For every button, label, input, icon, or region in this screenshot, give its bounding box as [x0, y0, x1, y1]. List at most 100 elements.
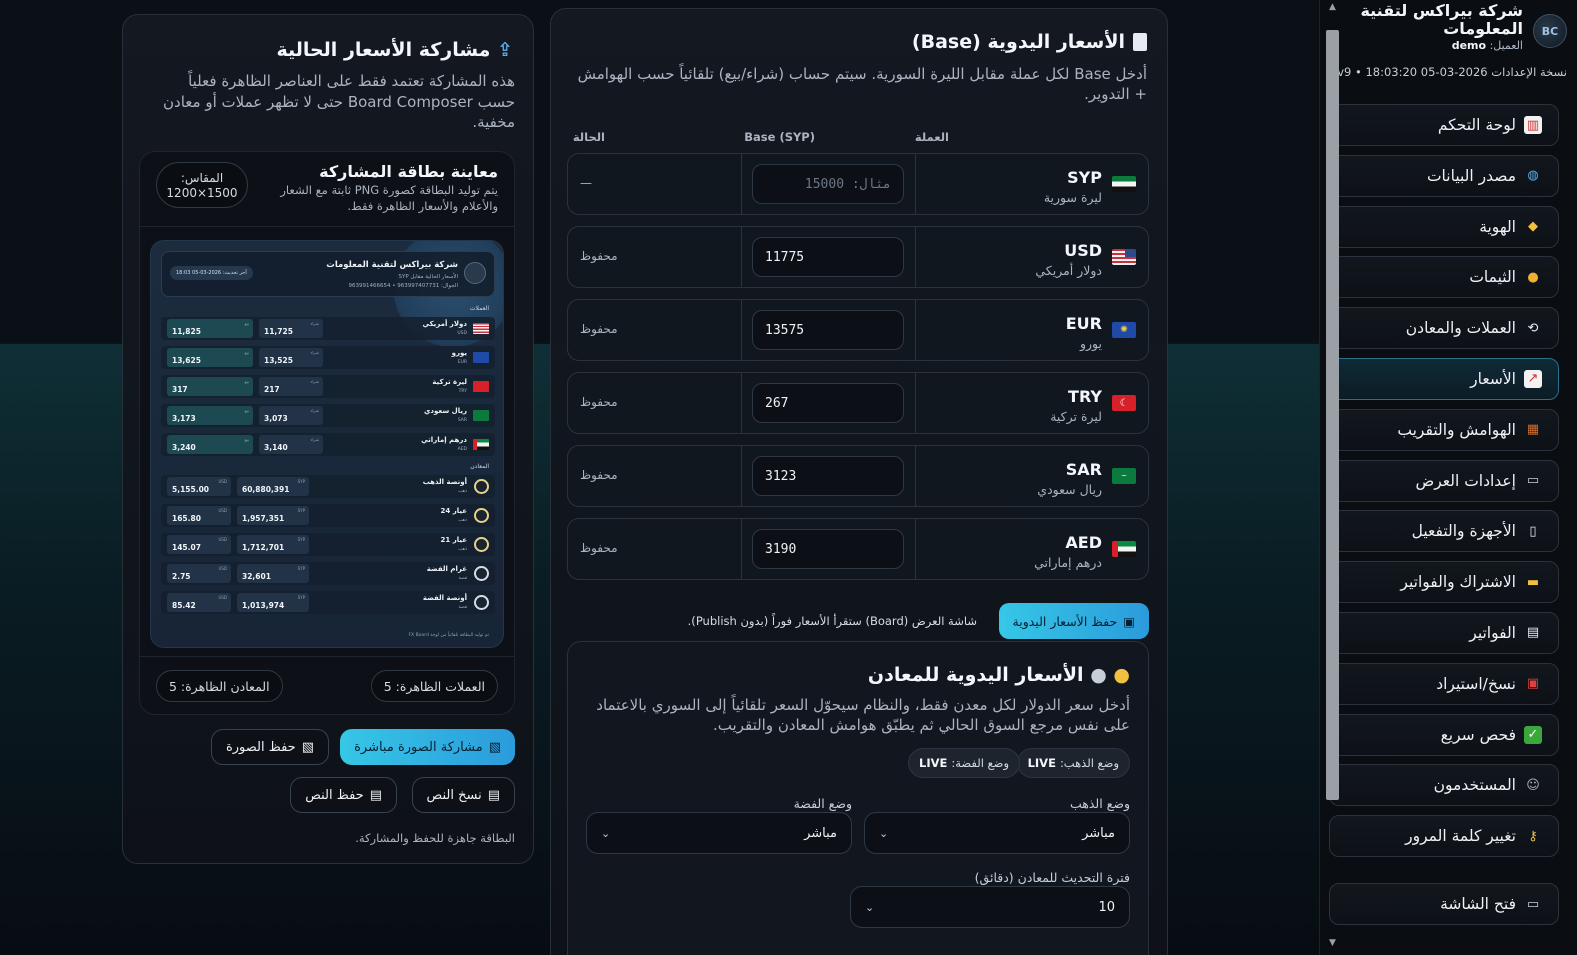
preview-description: يتم توليد البطاقة كصورة PNG ثابتة مع الش…: [280, 183, 498, 213]
mini-currency-name: ليرة تركية: [432, 378, 467, 386]
sidebar-item-label: الأجهزة والتفعيل: [1411, 522, 1516, 541]
sidebar-item-themes[interactable]: ● الثيمات: [1329, 256, 1559, 299]
base-input-sar[interactable]: [752, 456, 904, 496]
key-icon: ⚷: [1528, 828, 1538, 844]
tag-icon: ◆: [1528, 219, 1538, 235]
company-name: شركة بيراكس لتقنية المعلومات: [1360, 1, 1523, 38]
mini-syp-value: 32,601: [242, 572, 271, 581]
scroll-down-icon[interactable]: ▼: [1326, 938, 1339, 952]
currency-name: دولار أمريكي: [1035, 263, 1102, 278]
mini-usd-label: USD: [218, 537, 227, 542]
mini-currency-row: دولار أمريكي USD شراء 11,725 بيع 11,825: [161, 317, 495, 340]
interval-select[interactable]: 10 ⌄: [850, 886, 1130, 928]
metals-count: المعادن الظاهرة: 5: [156, 670, 283, 702]
scroll-thumb[interactable]: [1326, 30, 1339, 800]
currency-code: EUR: [1065, 314, 1102, 333]
mini-buy-value: 11,725: [264, 327, 293, 336]
row-status: محفوظ: [580, 468, 618, 482]
silver-coin-icon: [474, 595, 489, 610]
table-row: ☾ TRY ليرة تركية محفوظ: [567, 372, 1149, 434]
silver-mode-label: وضع الفضة:: [951, 756, 1009, 770]
silver-coin-icon: [474, 566, 489, 581]
sidebar-item-prices[interactable]: ↗ الأسعار: [1329, 357, 1559, 400]
save-text-label: حفظ النص: [305, 787, 364, 803]
mini-usd-box: USD 165.80: [167, 506, 231, 525]
currency-code: SAR: [1065, 460, 1102, 479]
sidebar: BC شركة بيراكس لتقنية المعلومات العميل: …: [1319, 0, 1577, 955]
customer-line: العميل: demo: [1452, 39, 1523, 52]
mini-sell-box: بيع 3,240: [167, 435, 253, 454]
mini-metal-name: عيار 21: [440, 536, 467, 544]
save-manual-prices-button[interactable]: ▣ حفظ الأسعار اليدوية: [998, 603, 1149, 639]
currency-name: ليرة سورية: [1043, 190, 1102, 205]
sidebar-item-backup-import[interactable]: ▣ نسخ/استيراد: [1329, 662, 1559, 705]
sidebar-item-identity[interactable]: ◆ الهوية: [1329, 205, 1559, 248]
col-header-status: الحالة: [572, 130, 605, 144]
mini-sell-label: بيع: [244, 437, 249, 442]
picture-icon: ▧: [488, 739, 501, 755]
sidebar-item-open-screen[interactable]: ▭ فتح الشاشة: [1329, 883, 1559, 925]
sidebar-item-margins-rounding[interactable]: ▦ الهوامش والتقريب: [1329, 408, 1559, 451]
gold-mode-select[interactable]: مباشر ⌄: [864, 812, 1130, 854]
sidebar-item-label: فحص سريع: [1440, 725, 1516, 744]
scroll-up-icon[interactable]: ▲: [1326, 2, 1339, 16]
table-row: ✺ EUR يورو محفوظ: [567, 299, 1149, 361]
mini-sell-value: 3,240: [172, 443, 196, 452]
share-tray-icon: ⇪: [497, 39, 513, 61]
sidebar-item-invoices[interactable]: ▤ الفواتير: [1329, 611, 1559, 654]
mini-buy-box: شراء 13,525: [259, 348, 323, 367]
save-image-button[interactable]: ▧ حفظ الصورة: [210, 729, 329, 765]
customer-value: demo: [1451, 39, 1487, 52]
base-input-syp[interactable]: [752, 164, 904, 204]
manual-prices-title: الأسعار اليدوية (Base): [912, 31, 1147, 53]
sidebar-item-quick-check[interactable]: ✓ فحص سريع: [1329, 713, 1559, 756]
mini-sell-value: 3,173: [172, 414, 196, 423]
mini-buy-label: شراء: [310, 379, 319, 384]
table-row: ~ SAR ريال سعودي محفوظ: [567, 445, 1149, 507]
sidebar-item-users[interactable]: ☺ المستخدمون: [1329, 764, 1559, 807]
sidebar-item-subscription[interactable]: ▬ الاشتراك والفواتير: [1329, 561, 1559, 604]
sidebar-scrollbar[interactable]: ▲ ▼: [1320, 0, 1344, 955]
copy-text-button[interactable]: ▤ نسخ النص: [411, 777, 515, 813]
currency-code: USD: [1064, 241, 1102, 260]
silver-mode-select[interactable]: مباشر ⌄: [586, 812, 852, 854]
sidebar-item-label: مصدر البيانات: [1426, 166, 1516, 185]
base-input-eur[interactable]: [752, 310, 904, 350]
mini-usd-value: 2.75: [172, 572, 191, 581]
sidebar-item-devices[interactable]: ▯ الأجهزة والتفعيل: [1329, 510, 1559, 553]
floppy-disk-icon: ▣: [1123, 613, 1135, 629]
gold-medal-icon: ●: [1113, 664, 1130, 686]
col-header-base: Base (SYP): [744, 130, 815, 144]
mini-currency-code: SAR: [457, 418, 467, 423]
sidebar-item-label: الفواتير: [1469, 623, 1516, 642]
company-logo-text: BC: [1541, 24, 1559, 38]
base-input-usd[interactable]: [752, 237, 904, 277]
save-text-button[interactable]: ▤ حفظ النص: [290, 777, 397, 813]
sidebar-item-currencies-metals[interactable]: ⟲ العملات والمعادن: [1329, 307, 1559, 350]
mini-sell-box: بيع 11,825: [167, 319, 253, 338]
sidebar-item-label: الثيمات: [1469, 268, 1516, 287]
sidebar-item-display-settings[interactable]: ▭ إعدادات العرض: [1329, 459, 1559, 502]
base-input-try[interactable]: [752, 383, 904, 423]
company-logo: BC: [1533, 14, 1567, 48]
mini-buy-box: شراء 11,725: [259, 319, 323, 338]
mini-metal-name: غرام الفضة: [426, 565, 467, 573]
sidebar-item-data-source[interactable]: ◍ مصدر البيانات: [1329, 154, 1559, 197]
share-image-button[interactable]: ▧ مشاركة الصورة مباشرة: [340, 729, 515, 765]
sidebar-item-change-password[interactable]: ⚷ تغيير كلمة المرور: [1329, 815, 1559, 858]
silver-select-label: وضع الفضة: [793, 796, 852, 811]
base-input-aed[interactable]: [752, 529, 904, 569]
currency-name: يورو: [1079, 336, 1102, 351]
sidebar-item-dashboard[interactable]: ▥ لوحة التحكم: [1329, 104, 1559, 146]
mini-sell-label: بيع: [244, 408, 249, 413]
saudi-flag-icon: [473, 410, 489, 421]
gold-coin-icon: [474, 479, 489, 494]
mini-syp-value: 60,880,391: [242, 485, 290, 494]
mini-metal-kind: فضة: [458, 605, 467, 610]
mini-buy-value: 3,073: [264, 414, 288, 423]
currency-code: TRY: [1068, 387, 1102, 406]
mini-syp-label: SYP: [297, 566, 305, 571]
share-preview-card: معاينة بطاقة المشاركة يتم توليد البطاقة …: [139, 151, 515, 715]
metals-manual-prices-panel: ● ● الأسعار اليدوية للمعادن أدخل سعر الد…: [567, 641, 1149, 955]
sidebar-item-label: المستخدمون: [1433, 776, 1516, 795]
